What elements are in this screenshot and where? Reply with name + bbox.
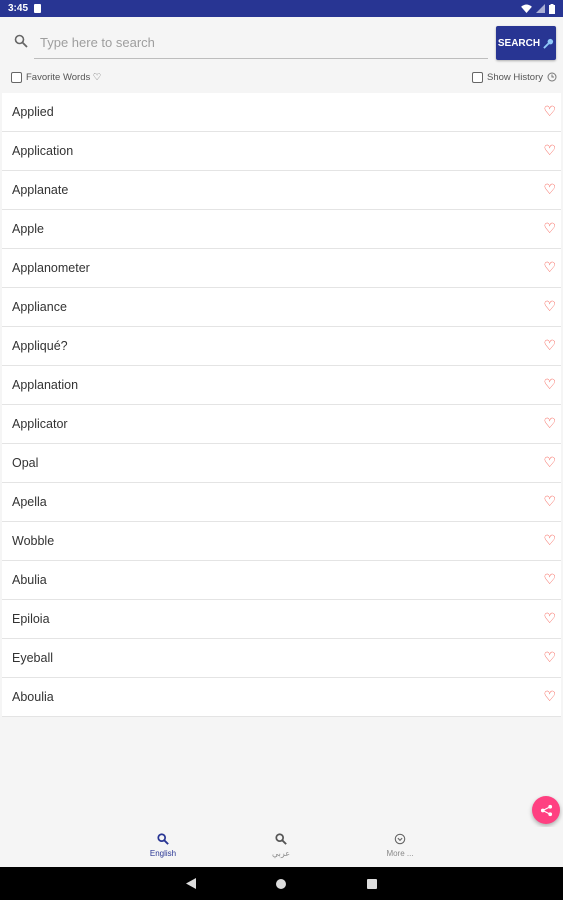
word-label: Applanation — [12, 378, 79, 392]
status-bar: 3:45 — [0, 0, 563, 17]
word-label: Application — [12, 144, 74, 158]
favorite-heart-icon[interactable]: ♡ — [543, 377, 556, 391]
favorite-heart-icon[interactable]: ♡ — [543, 689, 556, 703]
search-key-icon — [543, 38, 554, 49]
favorite-heart-icon[interactable]: ♡ — [543, 650, 556, 664]
favorite-heart-icon[interactable]: ♡ — [543, 455, 556, 469]
favorite-heart-icon[interactable]: ♡ — [543, 611, 556, 625]
share-fab[interactable] — [532, 796, 560, 824]
status-icons — [521, 3, 555, 14]
word-list-item[interactable]: Abulia ♡ — [2, 561, 561, 600]
show-history-checkbox[interactable] — [472, 71, 484, 83]
battery-icon — [549, 3, 555, 14]
favorite-heart-icon[interactable]: ♡ — [543, 299, 556, 313]
tab-english[interactable]: English — [128, 833, 198, 858]
home-icon[interactable] — [276, 879, 286, 889]
search-icon — [14, 34, 28, 48]
bottom-navigation: English عربي More ... — [0, 827, 563, 867]
favorite-heart-icon[interactable]: ♡ — [543, 572, 556, 586]
status-time: 3:45 — [8, 3, 29, 14]
word-list-item[interactable]: Appliqué? ♡ — [2, 327, 561, 366]
word-list-item[interactable]: Apella ♡ — [2, 483, 561, 522]
word-label: Appliqué? — [12, 339, 68, 353]
tab-arabic[interactable]: عربي — [246, 833, 316, 858]
word-list: Applied ♡ Application ♡ Applanate ♡ Apple ♡ Appl… — [2, 93, 561, 717]
history-icon — [547, 72, 557, 82]
show-history-option[interactable]: Show History — [472, 68, 557, 86]
favorite-heart-icon[interactable]: ♡ — [543, 221, 556, 235]
word-label: Applanate — [12, 183, 69, 197]
word-label: Applicator — [12, 417, 68, 431]
search-input[interactable] — [34, 27, 488, 59]
word-list-item[interactable]: Eyeball ♡ — [2, 639, 561, 678]
options-row: Favorite Words ♡ Show History — [0, 68, 563, 86]
favorite-heart-icon[interactable]: ♡ — [543, 533, 556, 547]
favorite-heart-icon[interactable]: ♡ — [543, 104, 556, 118]
word-label: Wobble — [12, 534, 55, 548]
word-label: Applied — [12, 105, 54, 119]
word-list-item[interactable]: Aboulia ♡ — [2, 678, 561, 717]
system-navigation-bar — [0, 867, 563, 900]
word-label: Opal — [12, 456, 39, 470]
search-bar: SEARCH — [0, 25, 563, 61]
share-icon — [540, 804, 552, 816]
search-icon — [275, 833, 287, 845]
word-label: Appliance — [12, 300, 67, 314]
word-list-item[interactable]: Applanate ♡ — [2, 171, 561, 210]
word-label: Applanometer — [12, 261, 90, 275]
tab-english-label: English — [149, 849, 177, 858]
wifi-icon — [521, 4, 532, 13]
back-icon[interactable] — [186, 878, 196, 889]
word-list-item[interactable]: Wobble ♡ — [2, 522, 561, 561]
word-label: Apella — [12, 495, 47, 509]
favorite-heart-icon[interactable]: ♡ — [543, 338, 556, 352]
search-icon — [157, 833, 169, 845]
favorite-heart-icon[interactable]: ♡ — [543, 416, 556, 430]
favorite-heart-icon[interactable]: ♡ — [543, 182, 556, 196]
word-list-item[interactable]: Application ♡ — [2, 132, 561, 171]
word-list-item[interactable]: Apple ♡ — [2, 210, 561, 249]
favorite-words-label: Favorite Words ♡ — [26, 71, 102, 83]
favorite-heart-icon[interactable]: ♡ — [543, 143, 556, 157]
tab-more-label: More ... — [386, 849, 414, 858]
word-label: Aboulia — [12, 690, 54, 704]
word-list-item[interactable]: Opal ♡ — [2, 444, 561, 483]
word-label: Apple — [12, 222, 44, 236]
word-list-item[interactable]: Applied ♡ — [2, 93, 561, 132]
chevron-circle-icon — [394, 833, 406, 845]
tab-more[interactable]: More ... — [365, 833, 435, 858]
tab-arabic-label: عربي — [271, 849, 291, 858]
word-list-item[interactable]: Appliance ♡ — [2, 288, 561, 327]
word-label: Abulia — [12, 573, 47, 587]
search-button[interactable]: SEARCH — [496, 26, 556, 60]
word-list-item[interactable]: Applanometer ♡ — [2, 249, 561, 288]
sim-card-icon — [34, 4, 42, 13]
word-label: Epiloia — [12, 612, 50, 626]
recent-apps-icon[interactable] — [367, 879, 377, 889]
favorite-heart-icon[interactable]: ♡ — [543, 494, 556, 508]
signal-icon — [536, 4, 545, 13]
show-history-label: Show History — [487, 71, 543, 83]
favorite-words-checkbox[interactable] — [11, 71, 22, 83]
word-list-item[interactable]: Applanation ♡ — [2, 366, 561, 405]
word-list-item[interactable]: Applicator ♡ — [2, 405, 561, 444]
favorite-heart-icon[interactable]: ♡ — [543, 260, 556, 274]
search-button-label: SEARCH — [497, 37, 541, 49]
word-label: Eyeball — [12, 651, 53, 665]
favorite-words-option[interactable]: Favorite Words ♡ — [11, 68, 101, 86]
word-list-item[interactable]: Epiloia ♡ — [2, 600, 561, 639]
